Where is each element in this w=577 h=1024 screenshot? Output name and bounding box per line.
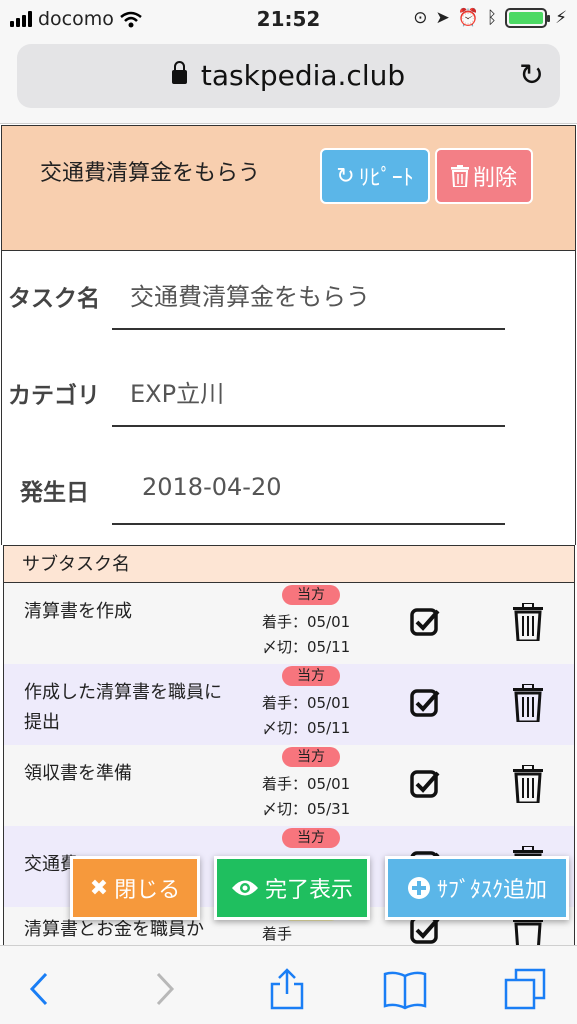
subtask-row[interactable]: 領収書を準備 当方 着手：05/01 〆切：05/31	[4, 745, 574, 826]
show-completed-button[interactable]: 完了表示	[214, 856, 370, 920]
subtask-row[interactable]: 作成した清算書を職員に提出 当方 着手：05/01 〆切：05/11	[4, 664, 574, 745]
date-label: 発生日	[20, 480, 89, 506]
bluetooth-icon: ᛒ	[486, 8, 498, 28]
owner-badge: 当方	[282, 747, 340, 767]
owner-badge: 当方	[282, 666, 340, 686]
complete-check-icon[interactable]	[409, 688, 441, 720]
complete-check-icon[interactable]	[409, 607, 441, 639]
forward-icon[interactable]	[140, 966, 186, 1012]
share-icon[interactable]	[264, 966, 310, 1012]
subtask-name: 作成した清算書を職員に提出	[24, 682, 222, 733]
tabs-icon[interactable]	[502, 966, 548, 1012]
delete-subtask-icon[interactable]	[513, 684, 543, 722]
date-field[interactable]: 2018-04-20	[142, 473, 281, 501]
delete-subtask-icon[interactable]	[513, 603, 543, 641]
charging-icon: ⚡	[555, 8, 567, 28]
close-icon: ✖	[89, 875, 109, 901]
deadline-date: 〆切：05/31	[262, 800, 351, 818]
plus-circle-icon	[407, 877, 430, 899]
add-subtask-button[interactable]: ｻﾌﾞﾀｽｸ追加	[385, 856, 569, 920]
deadline-date: 〆切：05/11	[262, 719, 351, 737]
trash-icon	[450, 165, 469, 187]
alarm-icon: ⏰	[457, 8, 479, 28]
back-icon[interactable]	[18, 966, 64, 1012]
address-bar[interactable]: taskpedia.club ↻	[17, 44, 560, 108]
deadline-date: 〆切：05/11	[262, 638, 351, 656]
reload-icon[interactable]: ↻	[519, 58, 544, 93]
battery-icon	[505, 8, 551, 28]
subtask-name: 領収書を準備	[24, 763, 132, 784]
start-date: 着手	[262, 925, 293, 943]
divider	[112, 425, 505, 427]
task-header: 交通費清算金をもらう ↻ ﾘﾋﾟｰﾄ 削除	[1, 125, 576, 251]
location-icon: ➤	[435, 8, 450, 28]
owner-badge: 当方	[282, 828, 340, 848]
subtask-name: 清算書を作成	[24, 601, 132, 622]
divider	[112, 523, 505, 525]
category-label: カテゴリ	[8, 383, 100, 409]
start-date: 着手：05/01	[262, 694, 351, 712]
task-name-label: タスク名	[8, 286, 100, 312]
repeat-icon: ↻	[336, 163, 355, 189]
browser-address-area: taskpedia.club ↻	[0, 38, 577, 124]
close-button[interactable]: ✖ 閉じる	[70, 856, 200, 920]
delete-subtask-icon[interactable]	[513, 765, 543, 803]
task-name-field[interactable]: 交通費清算金をもらう	[130, 277, 370, 312]
start-date: 着手：05/01	[262, 775, 351, 793]
task-header-title: 交通費清算金をもらう	[40, 161, 261, 186]
browser-toolbar	[0, 945, 577, 1024]
delete-button[interactable]: 削除	[435, 148, 533, 204]
url-text: taskpedia.club	[200, 59, 406, 92]
owner-badge: 当方	[282, 585, 340, 605]
complete-check-icon[interactable]	[409, 769, 441, 801]
start-date: 着手：05/01	[262, 613, 351, 631]
repeat-button[interactable]: ↻ ﾘﾋﾟｰﾄ	[320, 148, 430, 204]
category-field[interactable]: EXP立川	[130, 374, 224, 409]
subtask-row[interactable]: 清算書を作成 当方 着手：05/01 〆切：05/11	[4, 583, 574, 664]
subtask-list-header: サブタスク名	[4, 546, 574, 583]
lock-icon	[171, 61, 187, 84]
page-content: 交通費清算金をもらう ↻ ﾘﾋﾟｰﾄ 削除 タスク名 交通費清算金をもらう カテ…	[0, 125, 577, 945]
divider	[112, 328, 505, 330]
status-bar: docomo 21:52 ⊙ ➤ ⏰ ᛒ ⚡	[0, 0, 577, 38]
task-form: タスク名 交通費清算金をもらう カテゴリ EXP立川 発生日 2018-04-2…	[1, 251, 576, 545]
bookmarks-icon[interactable]	[382, 966, 428, 1012]
rotation-lock-icon: ⊙	[413, 8, 428, 28]
eye-icon	[231, 880, 258, 896]
